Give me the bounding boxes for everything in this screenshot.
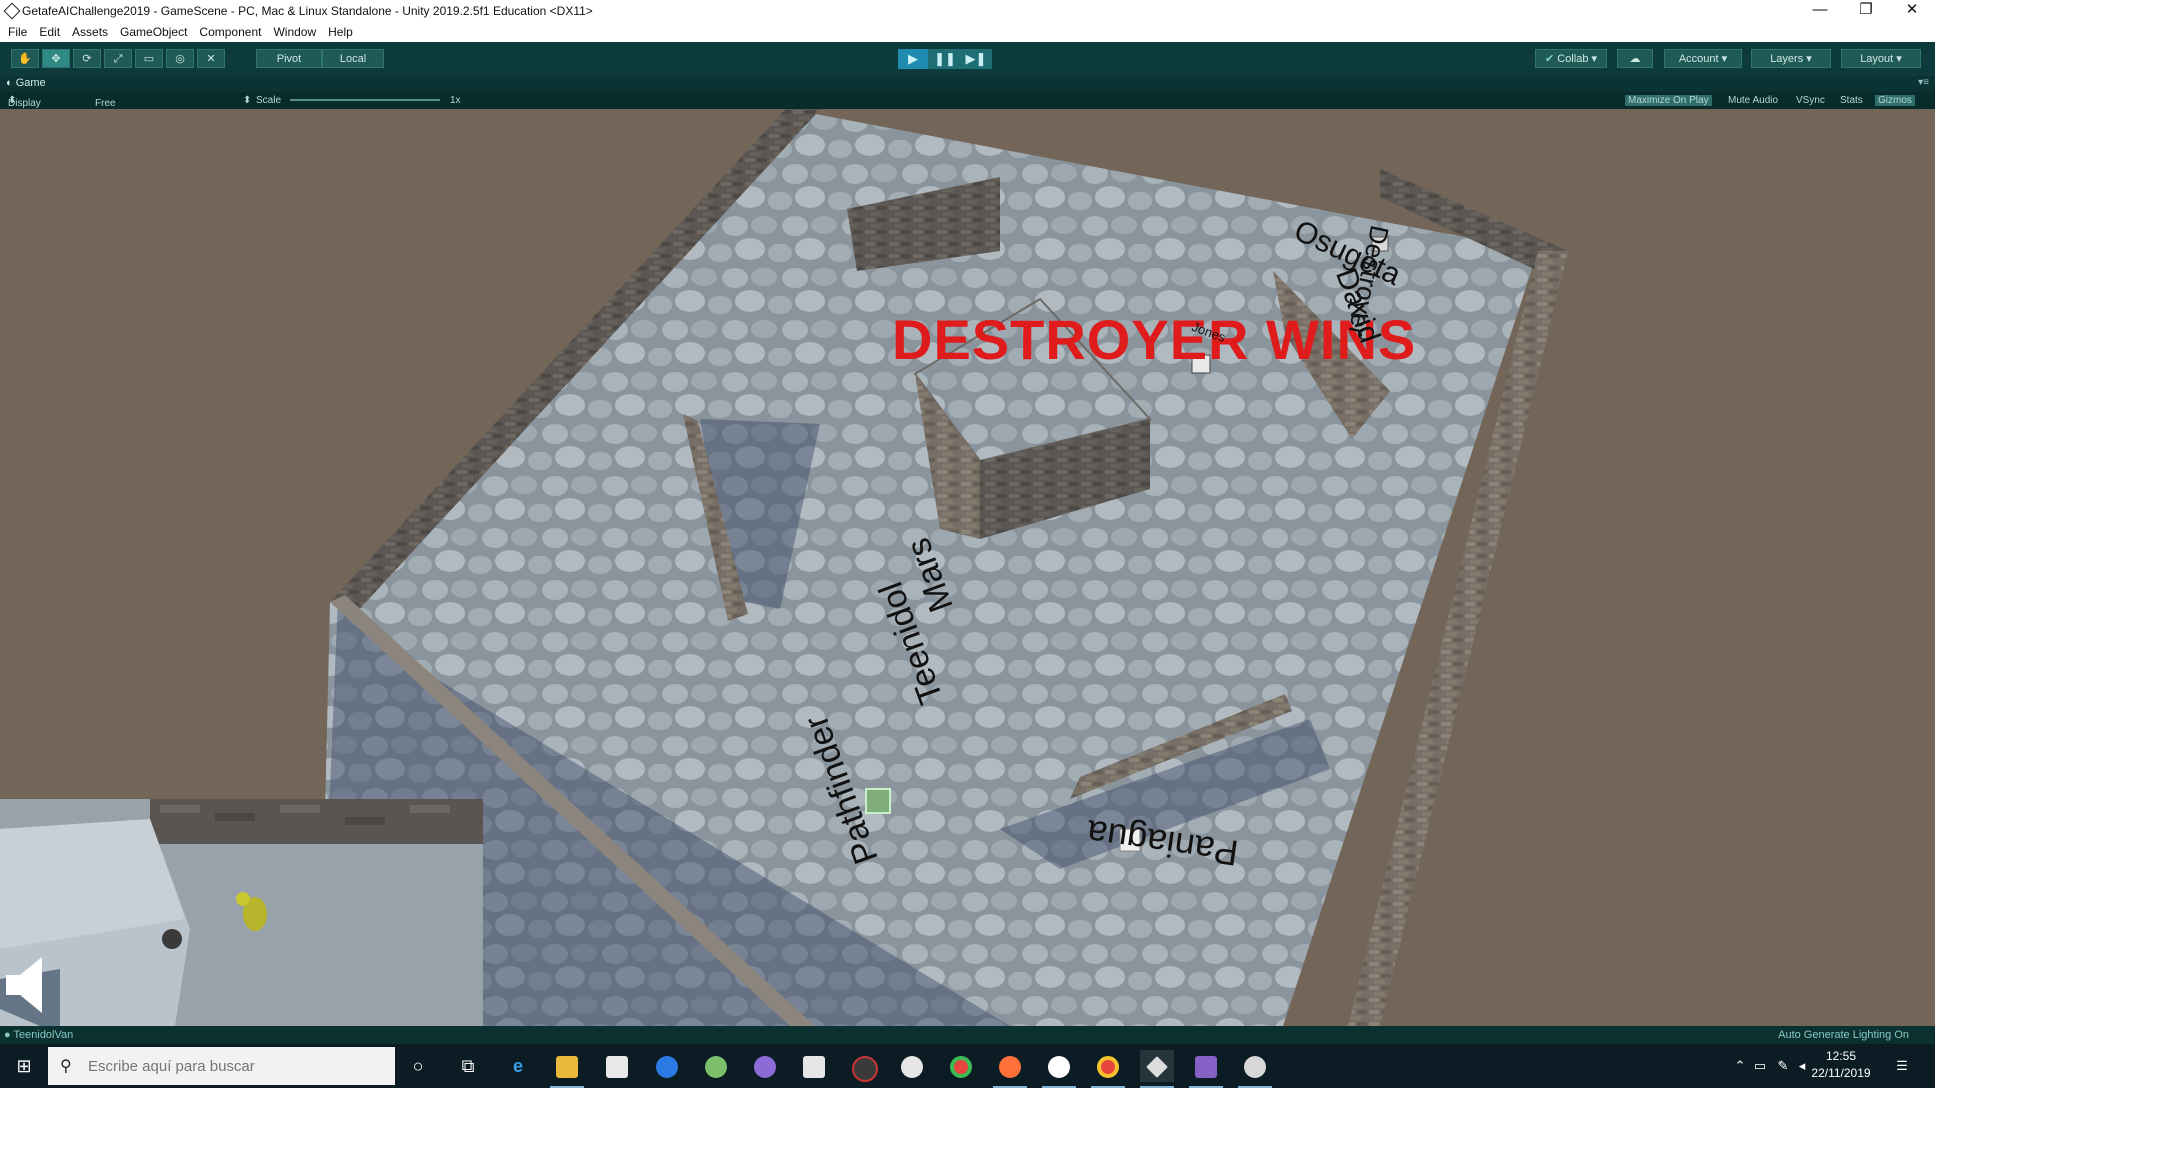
- clock-time: 12:55: [1825, 1049, 1857, 1063]
- edge-browser-icon[interactable]: e: [501, 1050, 535, 1082]
- maximize-button[interactable]: ❐: [1843, 0, 1889, 22]
- layout-dropdown[interactable]: Layout ▾: [1841, 49, 1921, 68]
- status-right: Auto Generate Lighting On: [1778, 1029, 1909, 1041]
- windows-start-icon[interactable]: ⊞: [0, 1044, 48, 1088]
- window-title: GetafeAIChallenge2019 - GameScene - PC, …: [22, 4, 593, 18]
- game-tab-bar: ◐ Game ▾≡: [0, 76, 1935, 92]
- vsync-toggle[interactable]: VSync: [1796, 95, 1825, 106]
- notifications-icon[interactable]: ☰: [1884, 1044, 1920, 1088]
- unity-editor-window: GetafeAIChallenge2019 - GameScene - PC, …: [0, 0, 1935, 1088]
- taskbar-clock[interactable]: 12:55 22/11/2019: [1806, 1048, 1876, 1082]
- scale-value: 1x: [450, 95, 461, 106]
- play-controls: ▶ ❚❚ ▶❚: [898, 49, 992, 69]
- status-bar: ● TeenidolVan Auto Generate Lighting On: [0, 1026, 1935, 1044]
- cloud-icon[interactable]: ☁: [1617, 49, 1653, 68]
- game-view-icon: ◐: [6, 77, 13, 89]
- unity-editor-icon[interactable]: [1140, 1050, 1174, 1088]
- play-button[interactable]: ▶: [898, 49, 928, 69]
- media-app-icon[interactable]: [748, 1050, 782, 1082]
- game-viewport[interactable]: DESTROYER WINS David Osugeta Destroyer J…: [0, 109, 1935, 1026]
- pivot-toggle[interactable]: Pivot: [256, 49, 322, 68]
- minimize-button[interactable]: —: [1797, 0, 1843, 22]
- chrome-icon[interactable]: [944, 1050, 978, 1082]
- local-toggle[interactable]: Local: [322, 49, 384, 68]
- menu-file[interactable]: File: [8, 22, 27, 39]
- display-dropdown[interactable]: Display 1 ⬍: [8, 95, 41, 120]
- winner-banner: DESTROYER WINS: [892, 308, 1417, 371]
- battery-icon[interactable]: ▭: [1750, 1044, 1770, 1088]
- transform-tool-icon[interactable]: ◎: [166, 49, 194, 68]
- menu-window[interactable]: Window: [273, 22, 316, 39]
- menu-gameobject[interactable]: GameObject: [120, 22, 187, 39]
- unity-hub-icon[interactable]: [797, 1050, 831, 1082]
- search-icon: ⚲: [60, 1058, 72, 1075]
- maps-icon[interactable]: [650, 1050, 684, 1082]
- tab-game-label: Game: [15, 77, 46, 89]
- collab-label: Collab: [1557, 53, 1589, 65]
- speaker-icon: [6, 957, 42, 1013]
- main-toolbar: ✋ ✥ ⟳ ⤢ ▭ ◎ ✕ Pivot Local ▶ ❚❚ ▶❚ ✔ Coll…: [0, 42, 1935, 76]
- agent-camera-view: [0, 799, 483, 1026]
- pen-icon[interactable]: ✎: [1772, 1044, 1794, 1088]
- aspect-arrow-icon: ⬍: [243, 95, 252, 106]
- taskbar-search-box[interactable]: ⚲: [48, 1047, 395, 1085]
- hand-tool-icon[interactable]: ✋: [11, 49, 39, 68]
- tray-chevron-icon[interactable]: ⌃: [1731, 1044, 1749, 1088]
- check-icon: ✔: [1544, 53, 1555, 65]
- menu-component[interactable]: Component: [199, 22, 261, 39]
- task-view-icon[interactable]: ⧉: [451, 1050, 485, 1082]
- file-explorer-icon[interactable]: [550, 1050, 584, 1088]
- status-left-text: TeenidolVan: [13, 1029, 74, 1041]
- custom-tool-icon[interactable]: ✕: [197, 49, 225, 68]
- move-tool-icon[interactable]: ✥: [42, 49, 70, 68]
- tab-menu-icon[interactable]: ▾≡: [1918, 77, 1929, 88]
- android-studio-icon[interactable]: [699, 1050, 733, 1082]
- visual-studio-icon[interactable]: [1189, 1050, 1223, 1088]
- menu-edit[interactable]: Edit: [39, 22, 60, 39]
- collab-dropdown[interactable]: ✔ Collab ▾: [1535, 49, 1607, 68]
- paint-icon[interactable]: [1238, 1050, 1272, 1088]
- mute-audio-toggle[interactable]: Mute Audio: [1728, 95, 1778, 106]
- close-button[interactable]: ✕: [1889, 0, 1935, 22]
- scale-label: Scale: [256, 95, 282, 106]
- status-left: ● TeenidolVan: [4, 1029, 73, 1041]
- firefox-icon[interactable]: [993, 1050, 1027, 1088]
- title-bar: GetafeAIChallenge2019 - GameScene - PC, …: [0, 0, 1935, 22]
- menu-assets[interactable]: Assets: [72, 22, 108, 39]
- tab-game[interactable]: ◐ Game: [6, 77, 46, 89]
- store-icon[interactable]: [600, 1050, 634, 1082]
- menu-bar: File Edit Assets GameObject Component Window H…: [0, 22, 1935, 42]
- scale-tool-icon[interactable]: ⤢: [104, 49, 132, 68]
- camera-scene: [0, 799, 483, 1026]
- game-options-bar: Display 1 ⬍ Free Aspect ⬍ Scale 1x Maxim…: [0, 92, 1935, 120]
- cortana-icon[interactable]: ○: [401, 1050, 435, 1082]
- rect-tool-icon[interactable]: ▭: [135, 49, 163, 68]
- wunderlist-icon[interactable]: [1042, 1050, 1076, 1088]
- chrome-profile-icon[interactable]: [1091, 1050, 1125, 1088]
- info-icon: ●: [4, 1029, 11, 1041]
- github-icon[interactable]: [895, 1050, 929, 1082]
- app-red-icon[interactable]: [846, 1050, 880, 1082]
- account-dropdown[interactable]: Account ▾: [1664, 49, 1742, 68]
- maximize-on-play-toggle[interactable]: Maximize On Play: [1625, 95, 1712, 106]
- layers-dropdown[interactable]: Layers ▾: [1751, 49, 1831, 68]
- step-button[interactable]: ▶❚: [961, 49, 991, 69]
- clock-date: 22/11/2019: [1811, 1066, 1871, 1080]
- gizmos-dropdown[interactable]: Gizmos: [1875, 95, 1915, 106]
- account-label: Account: [1678, 53, 1719, 65]
- layout-label: Layout: [1860, 53, 1894, 65]
- windows-taskbar: ⊞ ⚲ ○ ⧉ e ⌃ ▭ ✎ ◂ 12:55 22/11/2019 ☰: [0, 1044, 1935, 1088]
- unity-logo-icon: [3, 2, 21, 20]
- stats-toggle[interactable]: Stats: [1840, 95, 1863, 106]
- search-input[interactable]: [86, 1055, 390, 1077]
- local-label: Local: [339, 53, 367, 65]
- pivot-label: Pivot: [276, 53, 302, 65]
- rotate-tool-icon[interactable]: ⟳: [73, 49, 101, 68]
- pause-button[interactable]: ❚❚: [930, 49, 960, 69]
- menu-help[interactable]: Help: [328, 22, 353, 39]
- layers-label: Layers: [1770, 53, 1804, 65]
- scale-slider[interactable]: [290, 99, 440, 101]
